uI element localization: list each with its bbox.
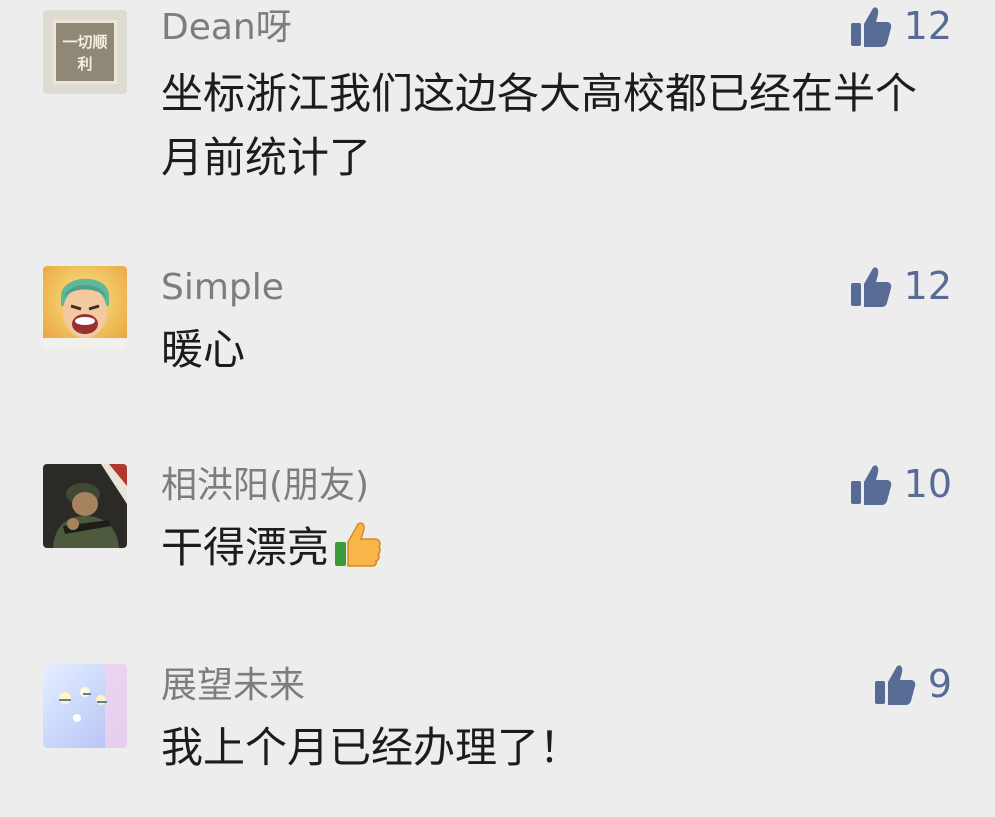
avatar[interactable]: 一切顺利 [43, 10, 127, 94]
comment-text-content: 干得漂亮 [161, 523, 330, 572]
pastel-fireworks-image [43, 664, 127, 748]
thumbs-up-emoji-icon [333, 520, 383, 586]
like-count: 9 [927, 662, 952, 706]
commenter-name[interactable]: Dean呀 [161, 6, 292, 50]
comment-text: 我上个月已经办理了！ [161, 723, 582, 772]
commenter-name[interactable]: 相洪阳(朋友) [161, 464, 369, 508]
thumbs-up-icon [850, 7, 891, 48]
comment-text: 坐标浙江我们这边各大高校都已经在半个月前统计了 [161, 69, 918, 182]
anime-character-image [43, 266, 127, 350]
commenter-name[interactable]: Simple [161, 266, 284, 310]
like-button[interactable]: 10 [850, 462, 952, 506]
like-count: 10 [903, 462, 952, 506]
comment-item: 一切顺利 Dean呀 12 坐标浙江我们这边各大高校都已经在半个月前统计了 [0, 4, 995, 190]
comment-item: 相洪阳(朋友) 10 干得漂亮 [0, 462, 995, 588]
like-button[interactable]: 9 [874, 662, 952, 706]
avatar[interactable] [43, 664, 127, 748]
soldier-image [43, 464, 127, 548]
comment-text: 干得漂亮 [161, 516, 941, 586]
thumbs-up-icon [850, 465, 891, 505]
commenter-name[interactable]: 展望未来 [161, 664, 305, 708]
like-count: 12 [903, 264, 952, 308]
comment-item: Simple 12 暖心 [0, 264, 995, 390]
thumbs-up-icon [850, 267, 891, 307]
comment-item: 展望未来 9 我上个月已经办理了！ [0, 662, 995, 788]
thumbs-up-icon [874, 665, 916, 705]
like-button[interactable]: 12 [850, 4, 952, 48]
like-count: 12 [903, 4, 952, 48]
like-button[interactable]: 12 [850, 264, 952, 308]
avatar-plaque-text: 一切顺利 [53, 20, 117, 84]
avatar[interactable] [43, 464, 127, 548]
comment-text: 暖心 [161, 325, 246, 374]
avatar[interactable] [43, 266, 127, 350]
